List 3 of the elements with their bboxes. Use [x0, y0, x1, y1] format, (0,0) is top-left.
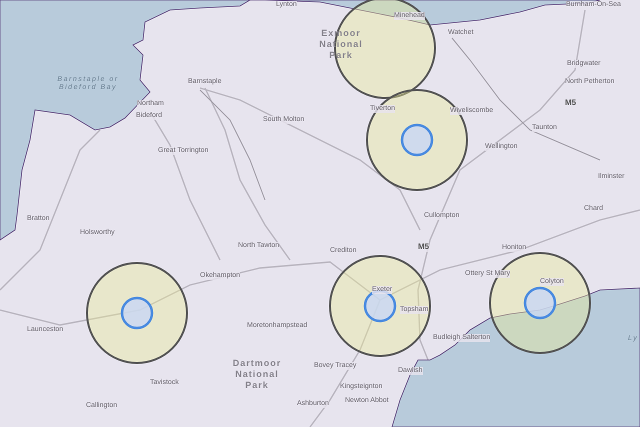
- road-label: M5: [565, 98, 576, 108]
- park-label: Dartmoor National Park: [232, 358, 282, 390]
- road-label: M5: [418, 242, 430, 252]
